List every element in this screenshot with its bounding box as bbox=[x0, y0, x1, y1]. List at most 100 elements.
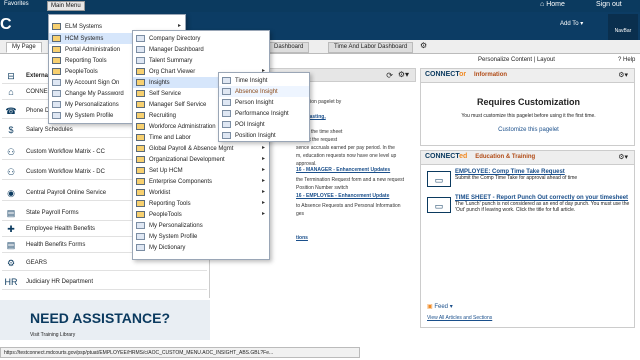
tab-my-page[interactable]: My Page bbox=[6, 42, 42, 53]
document-icon: ▤ bbox=[6, 239, 16, 250]
gear-icon[interactable]: ⚙ bbox=[420, 41, 427, 50]
connector-header: CONNECTor Information ⚙▾ bbox=[421, 69, 634, 83]
menu-item-label: Absence Insight bbox=[235, 88, 278, 95]
menu-item-absence-insight[interactable]: Absence Insight bbox=[219, 86, 309, 97]
menu-item-setup-hcm[interactable]: Set Up HCM ▸ bbox=[133, 165, 269, 176]
center-text: ges bbox=[296, 211, 305, 217]
menu-item-label: PeopleTools bbox=[149, 211, 182, 218]
menu-item-org-development[interactable]: Organizational Development ▸ bbox=[133, 154, 269, 165]
pagelet-options-icon[interactable]: ⚙▾ bbox=[618, 153, 628, 161]
view-all-articles-link[interactable]: View All Articles and Sections bbox=[427, 315, 492, 321]
menu-item-performance-insight[interactable]: Performance Insight bbox=[219, 108, 309, 119]
connector-information-pagelet: CONNECTor Information ⚙▾ Requires Custom… bbox=[420, 68, 635, 146]
left-item-label: Custom Workflow Matrix - DC bbox=[26, 168, 105, 175]
left-item-label: Salary Schedules bbox=[26, 126, 73, 133]
center-text: m, education requests now have one level… bbox=[296, 153, 397, 159]
connected-header: CONNECTed Education & Training ⚙▾ bbox=[421, 151, 634, 165]
connected-brand-text: CONNECT bbox=[425, 153, 460, 160]
menu-item-label: My Dictionary bbox=[149, 244, 186, 251]
rss-icon: ▣ bbox=[427, 304, 433, 310]
menu-item-label: PeopleTools bbox=[65, 68, 98, 75]
menu-item-label: POI Insight bbox=[235, 121, 265, 128]
navbar-label: NavBar bbox=[614, 28, 632, 34]
menu-item-time-insight[interactable]: Time Insight bbox=[219, 75, 309, 86]
menu-item-label: Workforce Administration bbox=[149, 123, 216, 130]
phone-icon: ☎ bbox=[5, 105, 17, 116]
tab-time-labor-dashboard[interactable]: Time And Labor Dashboard bbox=[328, 42, 414, 53]
pagelet-options-icon[interactable]: ⚙▾ bbox=[398, 70, 409, 79]
left-item-judiciary-hr[interactable]: HR Judiciary HR Department bbox=[2, 274, 207, 290]
chevron-right-icon: ▸ bbox=[261, 145, 265, 151]
folder-icon bbox=[52, 57, 61, 64]
article-desc: The 'Lunch' punch is not considered as a… bbox=[455, 201, 630, 213]
menu-item-manager-dashboard[interactable]: Manager Dashboard bbox=[133, 44, 269, 55]
tab-dashboard[interactable]: Dashboard bbox=[268, 42, 310, 53]
folder-icon bbox=[136, 189, 145, 196]
menu-item-personalizations[interactable]: My Personalizations bbox=[133, 220, 269, 231]
folder-icon bbox=[136, 68, 145, 75]
menu-item-label: Talent Summary bbox=[149, 57, 193, 64]
menu-item-poi-insight[interactable]: POI Insight bbox=[219, 119, 309, 130]
main-menu[interactable]: Main Menu bbox=[47, 1, 85, 11]
document-icon bbox=[136, 233, 145, 240]
center-link[interactable]: 16 - EMPLOYEE - Enhancement Update bbox=[296, 193, 389, 199]
menu-item-peopletools[interactable]: PeopleTools ▸ bbox=[133, 209, 269, 220]
sign-out-link[interactable]: Sign out bbox=[596, 1, 622, 8]
customize-pagelet-link[interactable]: Customize this pagelet bbox=[421, 127, 636, 133]
menu-item-label: Recruiting bbox=[149, 112, 177, 119]
home-label: Home bbox=[546, 1, 565, 8]
menu-item-system-profile[interactable]: My System Profile bbox=[133, 231, 269, 242]
menu-item-talent-summary[interactable]: Talent Summary bbox=[133, 55, 269, 66]
menu-item-label: Time and Labor bbox=[149, 134, 191, 141]
folder-icon bbox=[136, 211, 145, 218]
menu-item-global-payroll[interactable]: Global Payroll & Absence Mgmt ▸ bbox=[133, 143, 269, 154]
menu-item-dictionary[interactable]: My Dictionary bbox=[133, 242, 269, 253]
connector-subtitle: Information bbox=[474, 72, 508, 78]
menu-item-position-insight[interactable]: Position Insight bbox=[219, 130, 309, 141]
center-link[interactable]: tions bbox=[296, 235, 308, 241]
menu-item-label: Portal Administration bbox=[65, 46, 121, 53]
hr-icon: HR bbox=[4, 276, 18, 287]
content-layout-links[interactable]: Content | Layout bbox=[511, 57, 555, 63]
assist-visit-link[interactable]: Visit Training Library bbox=[30, 332, 75, 338]
article-item: TIME SHEET - Report Punch Out correctly … bbox=[455, 195, 630, 213]
help-link[interactable]: ? Help bbox=[618, 57, 635, 63]
left-item-label: Judiciary HR Department bbox=[26, 278, 94, 285]
org-chart-icon: ⚇ bbox=[6, 166, 16, 177]
assist-title: NEED ASSISTANCE? bbox=[30, 310, 171, 326]
connector-brand: CONNECTor bbox=[425, 71, 466, 78]
center-text: the Termination Request form and a new r… bbox=[296, 177, 405, 183]
center-link[interactable]: 16 - MANAGER - Enhancement Updates bbox=[296, 167, 390, 173]
menu-item-label: Enterprise Components bbox=[149, 178, 213, 185]
menu-item-company-directory[interactable]: Company Directory bbox=[133, 33, 269, 44]
refresh-icon[interactable]: ⟳ bbox=[386, 71, 393, 80]
home-link[interactable]: ⌂ Home bbox=[540, 1, 565, 8]
connected-brand: CONNECTed bbox=[425, 153, 467, 160]
chevron-right-icon: ▸ bbox=[261, 178, 265, 184]
left-item-label: Employee Health Benefits bbox=[26, 225, 96, 232]
menu-item-label: My System Profile bbox=[149, 233, 198, 240]
menu-item-enterprise-components[interactable]: Enterprise Components ▸ bbox=[133, 176, 269, 187]
requires-customization-title: Requires Customization bbox=[476, 97, 580, 107]
left-item-label: State Payroll Forms bbox=[26, 209, 79, 216]
menu-item-reporting-tools[interactable]: Reporting Tools ▸ bbox=[133, 198, 269, 209]
menu-item-person-insight[interactable]: Person Insight bbox=[219, 97, 309, 108]
favorites-menu[interactable]: Favorites bbox=[4, 1, 29, 7]
personalize-label: Personalize bbox=[478, 57, 510, 63]
document-icon bbox=[52, 90, 61, 97]
add-to-button[interactable]: Add To ▾ bbox=[560, 20, 583, 27]
building-icon: ⌂ bbox=[8, 86, 14, 97]
personalize-links[interactable]: Personalize Content | Layout bbox=[478, 57, 555, 63]
menu-item-label: Manager Self Service bbox=[149, 101, 207, 108]
connected-education-pagelet: CONNECTed Education & Training ⚙▾ ▭ EMPL… bbox=[420, 150, 635, 328]
document-icon bbox=[136, 244, 145, 251]
menu-item-worklist[interactable]: Worklist ▸ bbox=[133, 187, 269, 198]
document-icon bbox=[222, 88, 231, 95]
feed-link[interactable]: ▣ Feed ▾ bbox=[427, 303, 453, 310]
pagelet-options-icon[interactable]: ⚙▾ bbox=[618, 71, 628, 79]
connector-brand-text: CONNECT bbox=[425, 71, 460, 78]
navbar-button[interactable]: NavBar bbox=[608, 14, 638, 40]
center-text: sence accruals earned per pay period. In… bbox=[296, 145, 395, 151]
menu-item-label: Worklist bbox=[149, 189, 171, 196]
menu-item-label: Time Insight bbox=[235, 77, 268, 84]
